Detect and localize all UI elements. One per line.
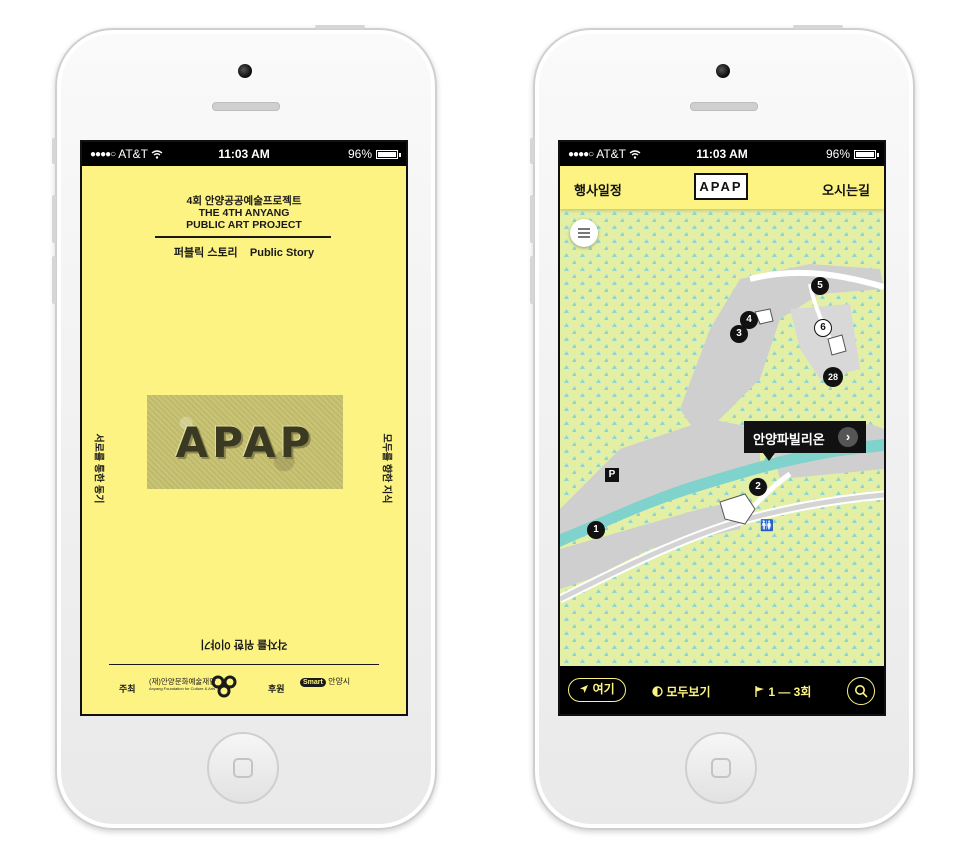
marker-28[interactable]: 28 xyxy=(823,367,843,387)
screen-cover: ●●●●○ AT&T 11:03 AM 96% 4회 안양공공예술프로젝트 TH… xyxy=(80,140,408,716)
sponsor-label: 후원 xyxy=(268,684,285,694)
edition-filter-label: 1 — 3회 xyxy=(768,685,812,699)
volume-down-button xyxy=(530,256,534,304)
directions-link[interactable]: 오시는길 xyxy=(822,180,870,199)
earpiece-speaker xyxy=(212,102,280,111)
map-toolbar: 여기 모두보기 1 — 3회 xyxy=(560,666,884,714)
title-divider xyxy=(155,236,331,238)
phone-frame-right: ●●●●○ AT&T 11:03 AM 96% 행사일정 APAP 오시는길 🚻… xyxy=(530,25,915,830)
layers-menu-button[interactable] xyxy=(570,219,598,247)
status-bar: ●●●●○ AT&T 11:03 AM 96% xyxy=(560,142,884,166)
title-line-english-1: THE 4TH ANYANG xyxy=(198,207,290,219)
cover-page: 4회 안양공공예술프로젝트 THE 4TH ANYANG PUBLIC ART … xyxy=(82,166,406,714)
my-location-button[interactable]: 여기 xyxy=(568,678,626,702)
front-camera xyxy=(238,64,252,78)
battery-icon xyxy=(376,149,401,159)
battery-percent: 96% xyxy=(825,147,850,161)
vertical-text-right: 모두를 향한 지식 xyxy=(380,433,392,504)
cover-subtitle: 퍼블릭 스토리 Public Story xyxy=(173,247,315,259)
cover-footer: 주최 (재)안양문화예술재단 Anyang Foundation for Cul… xyxy=(82,674,406,700)
volume-up-button xyxy=(52,195,56,243)
flag-icon xyxy=(755,686,764,697)
callout-label: 안양파빌리온 xyxy=(753,432,825,447)
chevron-right-icon[interactable]: › xyxy=(838,427,858,447)
battery-percent: 96% xyxy=(347,147,372,161)
volume-down-button xyxy=(52,256,56,304)
foundation-rings-icon xyxy=(211,675,237,698)
apap-sign-text: APAP xyxy=(175,417,315,467)
show-all-button[interactable]: 모두보기 xyxy=(652,683,711,700)
front-camera xyxy=(716,64,730,78)
footer-divider xyxy=(109,664,379,665)
cover-title: 4회 안양공공예술프로젝트 THE 4TH ANYANG PUBLIC ART … xyxy=(82,195,406,231)
svg-text:🚻: 🚻 xyxy=(760,519,774,532)
edition-filter-button[interactable]: 1 — 3회 xyxy=(755,683,811,700)
vertical-text-left: 서로를 통한 동기 xyxy=(92,433,104,504)
show-all-label: 모두보기 xyxy=(666,685,711,699)
marker-1[interactable]: 1 xyxy=(587,521,605,539)
smart-logo-badge: Smart xyxy=(300,678,326,687)
search-icon xyxy=(855,685,868,698)
battery-icon xyxy=(854,149,879,159)
marker-6[interactable]: 6 xyxy=(814,319,832,337)
status-bar: ●●●●○ AT&T 11:03 AM 96% xyxy=(82,142,406,166)
parking-icon: P xyxy=(605,468,619,482)
anyang-city-name: 안양시 xyxy=(328,677,351,686)
apap-logo[interactable]: APAP xyxy=(694,173,748,200)
phone-frame-left: ●●●●○ AT&T 11:03 AM 96% 4회 안양공공예술프로젝트 TH… xyxy=(52,25,437,830)
power-button xyxy=(793,25,843,29)
anyang-city-logo: Smart 안양시 xyxy=(300,676,360,687)
location-arrow-icon xyxy=(580,685,589,693)
rotated-text-bottom: 각자를 위한 이야기 xyxy=(200,638,288,650)
title-line-english-2: PUBLIC ART PROJECT xyxy=(186,219,302,231)
screen-map: ●●●●○ AT&T 11:03 AM 96% 행사일정 APAP 오시는길 🚻… xyxy=(558,140,886,716)
power-button xyxy=(315,25,365,29)
earpiece-speaker xyxy=(690,102,758,111)
volume-up-button xyxy=(530,195,534,243)
marker-5[interactable]: 5 xyxy=(811,277,829,295)
map-header: 행사일정 APAP 오시는길 xyxy=(560,166,884,209)
title-line-korean: 4회 안양공공예술프로젝트 xyxy=(186,195,302,207)
host-label: 주최 xyxy=(119,684,136,694)
search-button[interactable] xyxy=(847,677,875,705)
mute-switch xyxy=(52,138,56,164)
home-button[interactable] xyxy=(207,732,279,804)
mute-switch xyxy=(530,138,534,164)
marker-3[interactable]: 3 xyxy=(730,325,748,343)
my-location-label: 여기 xyxy=(592,682,615,696)
map-view[interactable]: 🚻 5 4 3 6 28 2 1 P 안양파빌리온 › xyxy=(560,209,884,666)
home-button[interactable] xyxy=(685,732,757,804)
apap-sign-photo: APAP xyxy=(147,395,343,489)
marker-2[interactable]: 2 xyxy=(749,478,767,496)
schedule-link[interactable]: 행사일정 xyxy=(574,180,622,199)
half-circle-icon xyxy=(652,686,663,697)
place-callout[interactable]: 안양파빌리온 › xyxy=(744,421,866,461)
